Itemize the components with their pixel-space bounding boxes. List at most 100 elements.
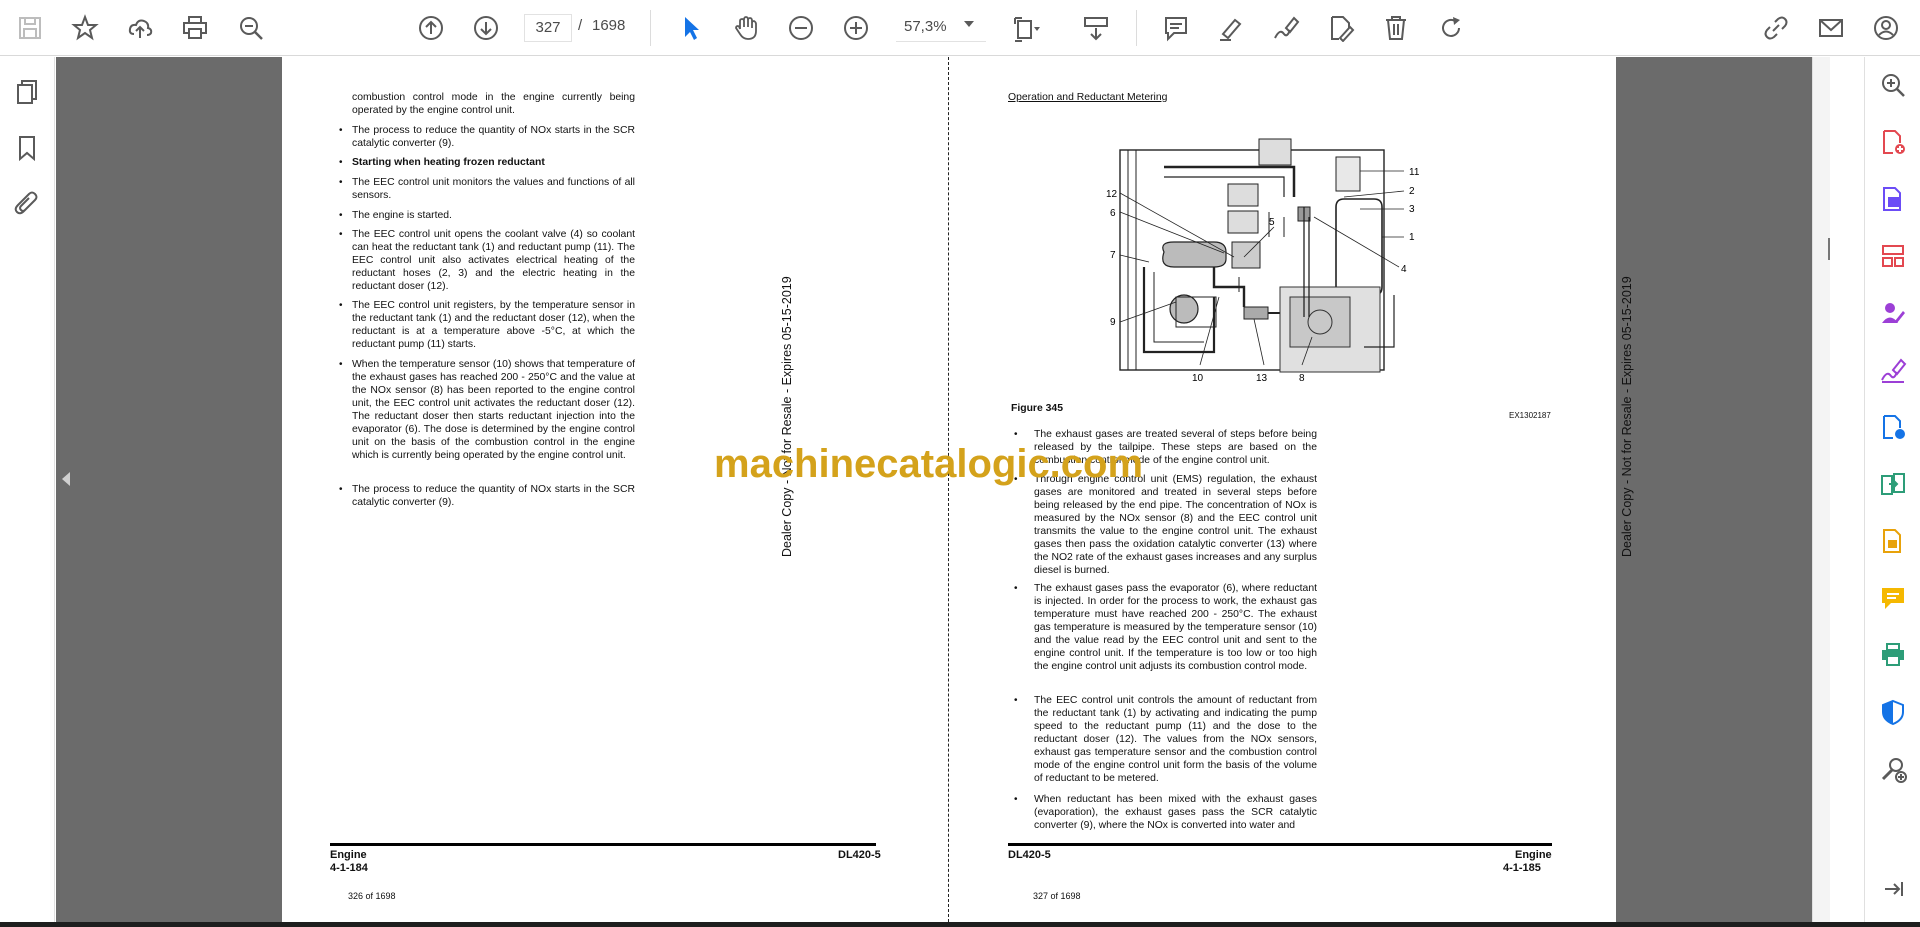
paragraph: The engine is started. [352,210,452,221]
more-tools-icon[interactable] [1877,753,1909,785]
bullet-icon: • [339,125,343,136]
bullet-icon: • [339,229,343,240]
page-of-label: 326 of 1698 [348,891,396,901]
save-icon[interactable] [12,10,48,46]
paragraph: The process to reduce the quantity of NO… [352,484,635,508]
zoom-select[interactable]: 57,3% [896,14,986,42]
upload-icon[interactable] [122,10,158,46]
organize-pages-icon[interactable] [1877,240,1909,272]
callout-4: 4 [1401,264,1407,275]
protect-icon[interactable] [1877,696,1909,728]
footer-rule [1008,843,1552,846]
vertical-scrollbar[interactable] [1812,57,1830,922]
window-bottom-edge [0,922,1920,927]
top-toolbar: 327 / 1698 57,3% [0,0,1920,56]
callout-5: 5 [1269,217,1275,228]
scrollbar-thumb[interactable] [1828,238,1830,260]
fill-sign-icon[interactable] [1877,354,1909,386]
footer-model: DL420-5 [838,849,881,861]
comment-icon[interactable] [1158,10,1194,46]
footer-rule [330,843,876,846]
account-icon[interactable] [1868,10,1904,46]
bullet-icon: • [339,484,343,495]
page-of-label: 327 of 1698 [1033,891,1081,901]
paragraph: The EEC control unit opens the coolant v… [352,229,635,292]
zoom-in-icon[interactable] [838,10,874,46]
footer-page-code: 4-1-184 [330,862,368,874]
rotate-icon[interactable] [1433,10,1469,46]
figure-code: EX1302187 [1509,411,1551,420]
highlight-icon[interactable] [1213,10,1249,46]
callout-11: 11 [1409,167,1420,178]
watermark-text: machinecatalogic.com [714,442,1144,486]
bullet-icon: • [339,210,343,221]
footer-page-code: 4-1-185 [1503,862,1541,874]
create-pdf-icon[interactable] [1877,126,1909,158]
paragraph: When reductant has been mixed with the e… [1034,794,1317,831]
paragraph: The EEC control unit registers, by the t… [352,300,635,350]
page-thumbnails-icon[interactable] [10,75,44,109]
send-track-icon[interactable] [1877,411,1909,443]
bullet-icon: • [1014,695,1018,706]
collapse-left-panel-icon[interactable] [62,472,70,486]
toolbar-divider [1136,10,1137,46]
callout-9: 9 [1110,317,1116,328]
page-number-input[interactable]: 327 [524,14,572,42]
collapse-tools-icon[interactable] [1877,873,1909,905]
zoom-search-icon[interactable] [233,10,269,46]
bullet-icon: • [339,300,343,311]
compare-files-icon[interactable] [1877,468,1909,500]
right-tools-panel [1864,57,1920,922]
section-title: Operation and Reductant Metering [1008,92,1168,103]
bullet-icon: • [339,359,343,370]
zoom-out-icon[interactable] [783,10,819,46]
hand-icon[interactable] [728,10,764,46]
toolbar-divider [650,10,651,46]
callout-6: 6 [1110,208,1116,219]
page-separator: / [578,17,583,34]
print-icon[interactable] [177,10,213,46]
bookmarks-icon[interactable] [10,131,44,165]
page-down-icon[interactable] [468,10,504,46]
mail-icon[interactable] [1813,10,1849,46]
request-signatures-icon[interactable] [1877,297,1909,329]
paragraph: The exhaust gases pass the evaporator (6… [1034,583,1317,672]
comment-tool-icon[interactable] [1877,582,1909,614]
footer-section: Engine [330,849,367,861]
page-total: 1698 [592,17,626,34]
bullet-icon: • [1014,794,1018,805]
footer-model: DL420-5 [1008,849,1051,861]
link-icon[interactable] [1758,10,1794,46]
left-sidebar [0,57,55,922]
scr-system-diagram: 11 2 3 1 4 12 6 5 7 9 10 13 8 [1106,138,1420,384]
document-page-326: combustion control mode in the engine cu… [282,57,949,922]
vertical-stamp: Dealer Copy - Not for Resale - Expires 0… [1620,276,1634,557]
edit-icon[interactable] [1323,10,1359,46]
bullet-icon: • [1014,429,1018,440]
delete-icon[interactable] [1378,10,1414,46]
callout-1: 1 [1409,232,1415,243]
footer-section: Engine [1515,849,1552,861]
export-pdf-icon[interactable] [1877,183,1909,215]
bullet-icon: • [339,177,343,188]
bookmark-star-icon[interactable] [67,10,103,46]
zoom-tool-icon[interactable] [1877,69,1909,101]
subheading: Starting when heating frozen reductant [352,157,545,168]
chevron-down-icon[interactable] [964,21,974,27]
document-viewport[interactable]: combustion control mode in the engine cu… [56,57,1812,922]
select-arrow-icon[interactable] [673,10,709,46]
callout-2: 2 [1409,186,1415,197]
attachment-icon[interactable] [10,187,44,221]
figure-caption: Figure 345 [1011,403,1063,414]
rich-media-icon[interactable] [1877,525,1909,557]
callout-8: 8 [1299,373,1305,384]
scroll-mode-icon[interactable] [1078,10,1114,46]
page-fit-icon[interactable] [1008,10,1044,46]
paragraph: When the temperature sensor (10) shows t… [352,359,635,461]
page-up-icon[interactable] [413,10,449,46]
callout-7: 7 [1110,250,1116,261]
paragraph: The process to reduce the quantity of NO… [352,125,635,149]
sign-icon[interactable] [1268,10,1304,46]
print-production-icon[interactable] [1877,639,1909,671]
vertical-stamp: Dealer Copy - Not for Resale - Expires 0… [780,276,794,557]
